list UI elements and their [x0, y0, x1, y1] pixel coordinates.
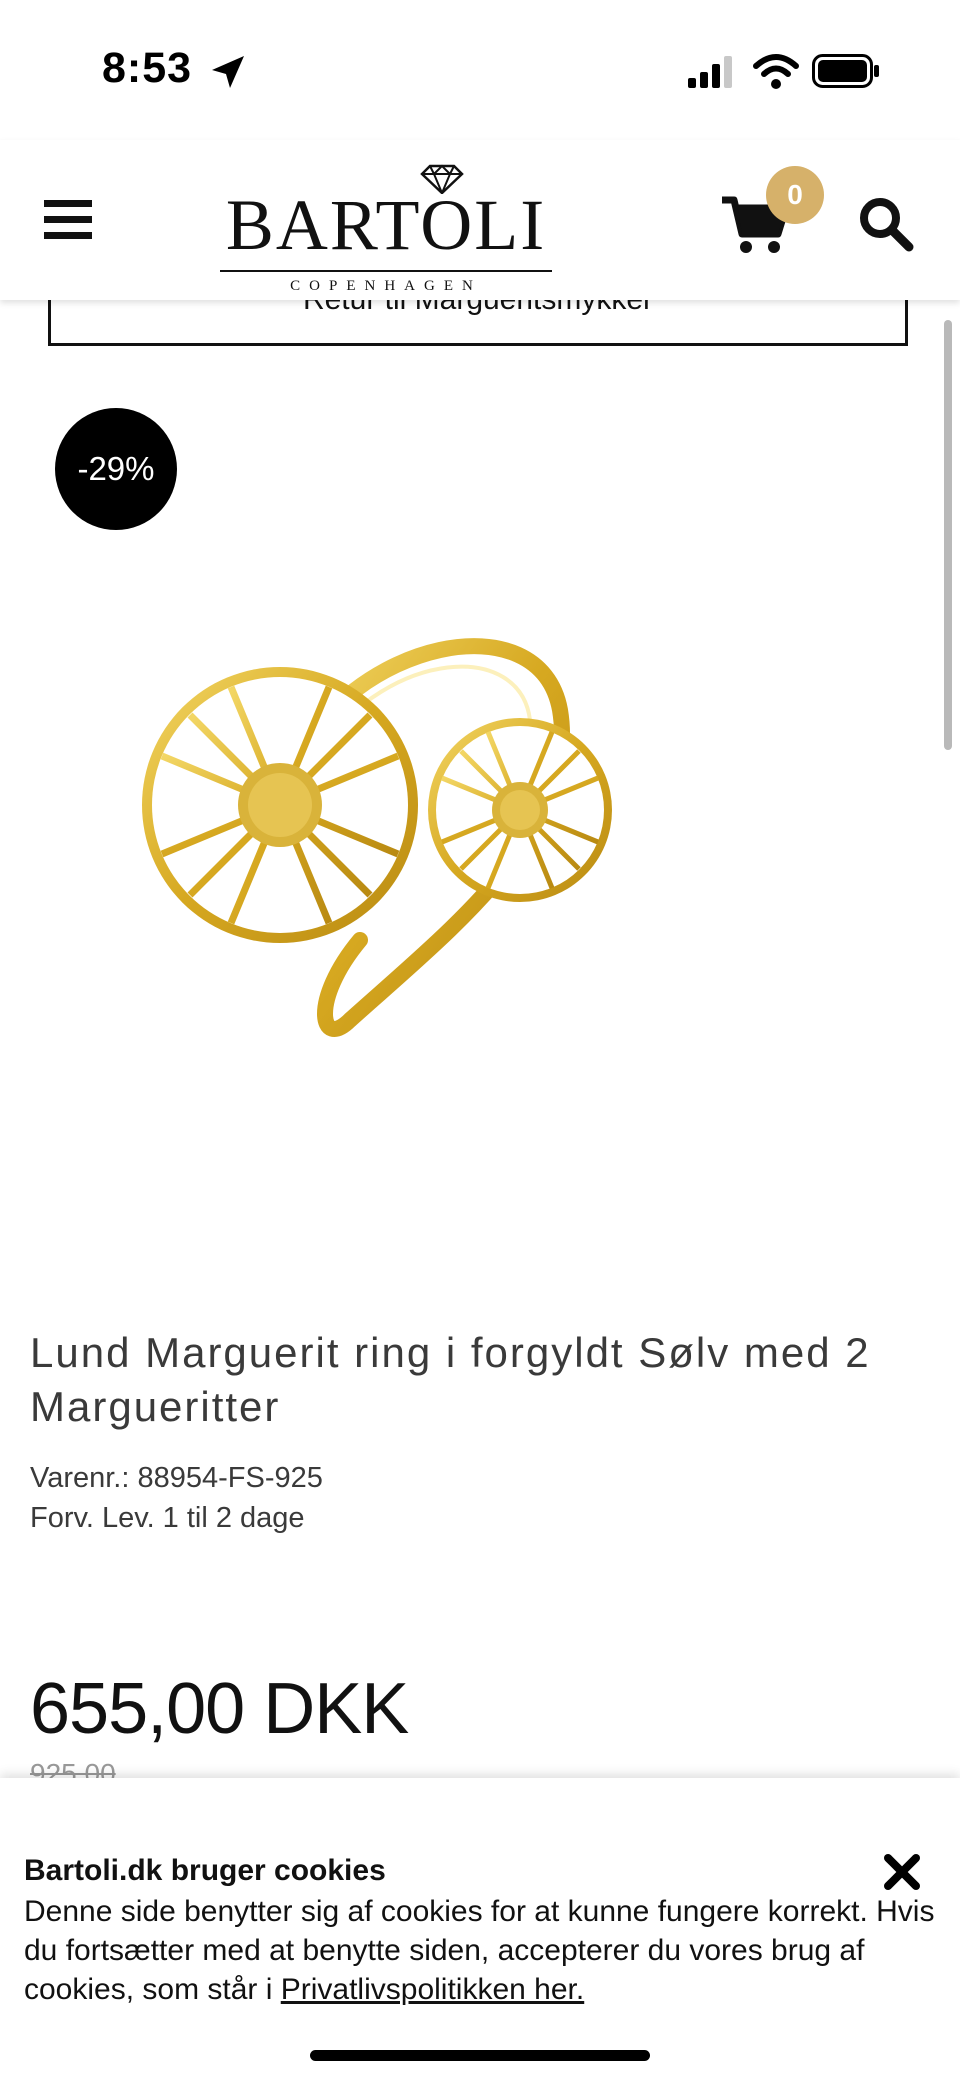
page-scrollbar[interactable] [944, 320, 952, 750]
product-title: Lund Marguerit ring i forgyldt Sølv med … [30, 1329, 871, 1430]
status-bar: 8:53 [0, 0, 960, 140]
home-indicator[interactable] [310, 2050, 650, 2061]
delivery-estimate: Forv. Lev. 1 til 2 dage [30, 1502, 305, 1534]
logo-subtext: COPENHAGEN [290, 278, 482, 294]
cellular-signal-icon [688, 56, 732, 88]
product-image[interactable] [120, 600, 720, 1100]
product-sku: Varenr.: 88954-FS-925 [30, 1462, 323, 1494]
cookie-banner: Bartoli.dk bruger cookies Denne side ben… [0, 1778, 960, 2081]
wifi-icon [753, 54, 799, 89]
logo-wordmark: BARTOLI [225, 185, 547, 265]
search-icon[interactable] [858, 196, 914, 252]
logo-rule [220, 270, 552, 272]
site-header: BARTOLI COPENHAGEN 0 [0, 140, 960, 300]
cookie-banner-title: Bartoli.dk bruger cookies [24, 1854, 386, 1887]
discount-badge: -29% [55, 408, 177, 530]
location-arrow-icon [212, 56, 244, 88]
privacy-policy-link[interactable]: Privatlivspolitikken her. [281, 1973, 584, 2006]
close-icon[interactable] [880, 1850, 924, 1894]
product-price: 655,00 DKK [30, 1669, 409, 1749]
cookie-banner-text: Denne side benytter sig af cookies for a… [24, 1892, 960, 2009]
battery-icon [812, 54, 879, 88]
site-logo[interactable]: BARTOLI COPENHAGEN [214, 164, 558, 294]
cart-count-badge[interactable]: 0 [766, 166, 824, 224]
menu-icon[interactable] [44, 198, 92, 242]
status-time: 8:53 [102, 44, 193, 92]
